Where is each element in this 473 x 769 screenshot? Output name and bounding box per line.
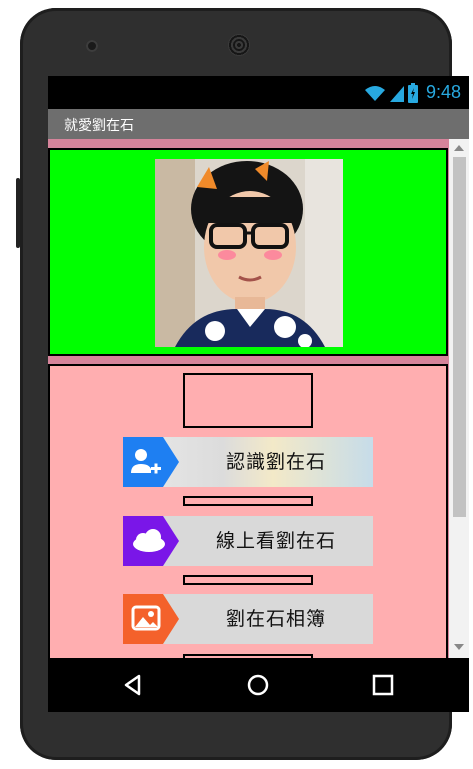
about-button[interactable]: 認識劉在石 [123,437,373,487]
earpiece-speaker [228,34,250,56]
content-area: 認識劉在石 線上看劉在石 劉在石相簿 [48,139,469,666]
volume-button [16,178,20,248]
front-camera [86,40,98,52]
scrollbar[interactable] [449,139,469,658]
album-button-label: 劉在石相簿 [225,608,326,630]
spacer-box [183,575,313,585]
scroll-thumb[interactable] [453,157,466,517]
battery-icon [407,82,418,103]
cloud-icon [123,516,179,566]
status-icons: 9:48 [364,82,461,103]
scroll-down-arrow-icon[interactable] [454,644,464,650]
profile-photo [155,159,343,347]
watch-online-button-label: 線上看劉在石 [215,530,336,552]
signal-icon [389,85,404,102]
status-time: 9:48 [425,82,461,102]
phone-screen: 9:48 就愛劉在石 認識劉在石 線上看劉在石 劉在石相簿 [48,76,469,712]
title-bar: 就愛劉在石 [48,109,469,139]
about-button-label: 認識劉在石 [225,451,326,473]
app-title: 就愛劉在石 [64,118,134,134]
menu-panel: 認識劉在石 線上看劉在石 劉在石相簿 [48,364,448,666]
wifi-icon [364,85,385,101]
spacer-box [183,373,313,428]
add-user-icon [123,437,179,487]
spacer-box [183,496,313,506]
back-icon[interactable] [120,672,146,698]
navigation-bar [48,658,469,712]
status-bar: 9:48 [48,76,469,109]
scroll-up-arrow-icon[interactable] [454,145,464,151]
home-icon[interactable] [245,672,271,698]
phone-frame: 9:48 就愛劉在石 認識劉在石 線上看劉在石 劉在石相簿 [16,8,469,760]
watch-online-button[interactable]: 線上看劉在石 [123,516,373,566]
image-icon [123,594,179,644]
photo-panel [48,148,448,356]
recents-icon[interactable] [370,672,396,698]
album-button[interactable]: 劉在石相簿 [123,594,373,644]
